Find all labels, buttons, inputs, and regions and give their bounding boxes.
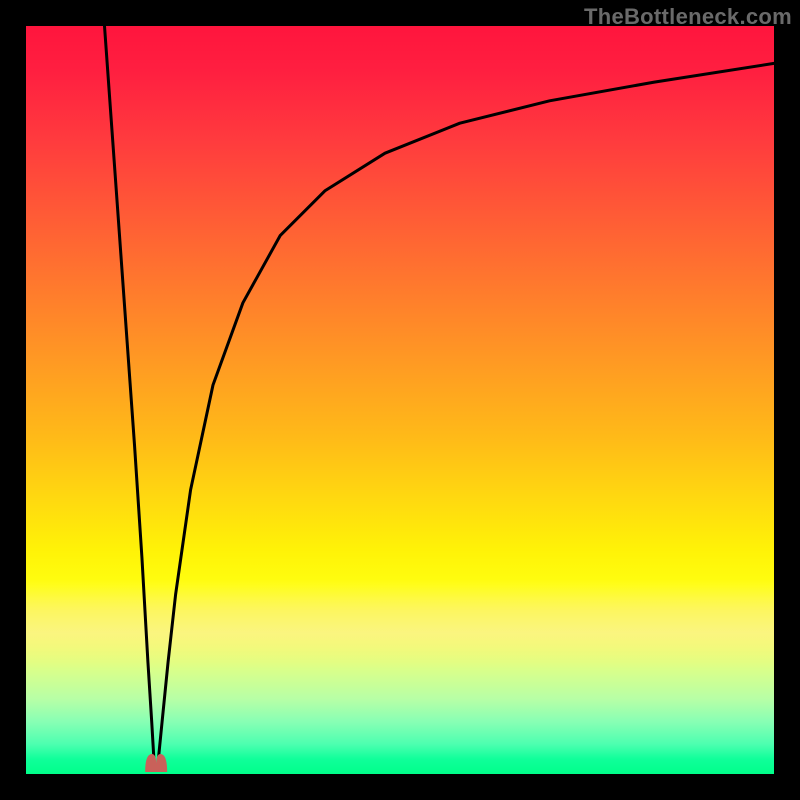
curve-layer (26, 26, 774, 774)
chart-frame: TheBottleneck.com (0, 0, 800, 800)
notch-marker (145, 754, 167, 772)
left-branch-curve (105, 26, 154, 759)
right-branch-curve (158, 63, 774, 759)
plot-area (26, 26, 774, 774)
